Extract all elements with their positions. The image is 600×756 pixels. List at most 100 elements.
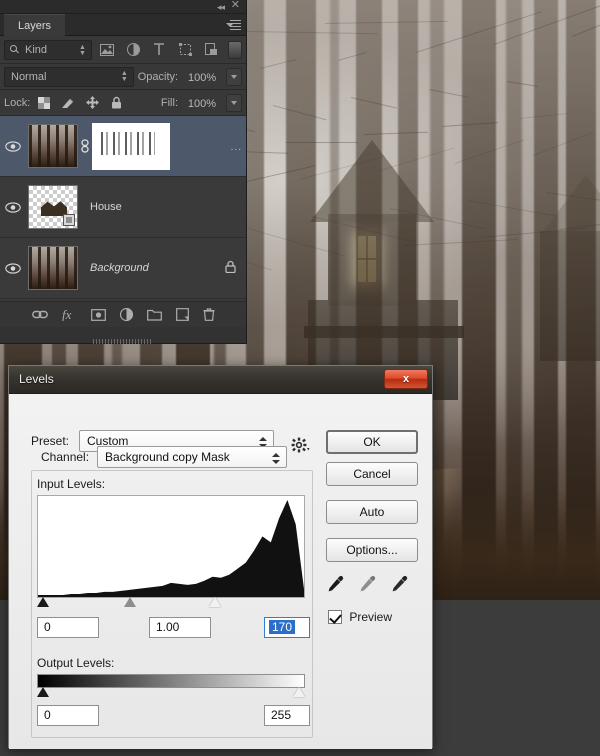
- tree-branch: [324, 20, 448, 24]
- tree-branch: [272, 105, 327, 121]
- tree-branch: [532, 131, 594, 156]
- layer-visibility-eye-icon[interactable]: [0, 238, 26, 299]
- lock-image-icon[interactable]: [58, 94, 78, 112]
- smart-object-badge-icon: [63, 214, 75, 226]
- cancel-button[interactable]: Cancel: [326, 462, 418, 486]
- dialog-action-buttons: OK Cancel Auto Options...: [326, 430, 418, 570]
- output-levels-slider[interactable]: [37, 687, 305, 701]
- input-levels-slider[interactable]: [37, 597, 305, 611]
- tree-branch: [493, 1, 600, 45]
- adjustment-filter-icon[interactable]: [122, 40, 144, 60]
- ok-button[interactable]: OK: [326, 430, 418, 454]
- blend-mode-select[interactable]: Normal ▲ ▼: [4, 66, 134, 87]
- fill-label: Fill:: [160, 96, 178, 109]
- tab-layers[interactable]: Layers: [4, 14, 66, 36]
- layer-visibility-eye-icon[interactable]: [0, 116, 26, 177]
- dialog-titlebar[interactable]: Levels x: [9, 366, 432, 394]
- layer-mask-thumbnail[interactable]: [92, 122, 170, 170]
- adjustment-layer-icon[interactable]: [119, 308, 133, 321]
- output-shadow-field[interactable]: 0: [37, 705, 99, 726]
- panel-tab-row: Layers: [0, 14, 246, 36]
- layers-panel-toolbar: fx: [0, 301, 246, 344]
- tree-branch: [286, 142, 358, 143]
- histogram[interactable]: [37, 495, 305, 598]
- blend-mode-row: Normal ▲ ▼ Opacity: 100%: [0, 64, 246, 90]
- tree-branch: [519, 112, 568, 119]
- new-layer-icon[interactable]: [175, 308, 189, 321]
- layer-name[interactable]: House: [90, 201, 122, 213]
- fill-input[interactable]: 100%: [182, 93, 222, 112]
- gray-point-eyedropper-icon[interactable]: [358, 574, 378, 597]
- options-button[interactable]: Options...: [326, 538, 418, 562]
- layer-name-truncated: ...: [230, 142, 242, 153]
- close-button[interactable]: x: [384, 369, 428, 389]
- tree-branch: [233, 224, 344, 257]
- layer-thumbnail[interactable]: [28, 185, 78, 229]
- input-shadow-handle[interactable]: [37, 597, 49, 607]
- chevron-updown-icon: [272, 450, 281, 466]
- tree-branch: [246, 31, 378, 35]
- tree-branch: [363, 131, 428, 135]
- table-row[interactable]: House: [0, 177, 246, 238]
- shape-filter-icon[interactable]: [174, 40, 196, 60]
- output-highlight-handle[interactable]: [293, 687, 305, 697]
- image-filter-icon[interactable]: [96, 40, 118, 60]
- layer-visibility-eye-icon[interactable]: [0, 177, 26, 238]
- layer-thumbnail[interactable]: [28, 124, 78, 168]
- layer-thumbnail[interactable]: [28, 246, 78, 290]
- layers-panel: ◂◂ ✕ Layers Kind ▲ ▼ Normal ▲ ▼ Opacity:…: [0, 0, 247, 344]
- channel-select[interactable]: Background copy Mask: [97, 446, 288, 468]
- opacity-input[interactable]: 100%: [182, 67, 223, 86]
- output-highlight-field[interactable]: 255: [264, 705, 310, 726]
- preview-checkbox-row[interactable]: Preview: [328, 610, 392, 624]
- input-shadow-field[interactable]: 0: [37, 617, 99, 638]
- link-mask-icon[interactable]: [78, 139, 92, 153]
- search-icon: [10, 44, 17, 52]
- tree-branch: [415, 11, 542, 53]
- filter-kind-select[interactable]: Kind ▲ ▼: [4, 39, 92, 60]
- fill-dropdown-arrow[interactable]: [226, 93, 242, 112]
- add-mask-icon[interactable]: [90, 308, 106, 321]
- preset-options-gear-icon[interactable]: [291, 437, 315, 457]
- close-icon[interactable]: ✕: [231, 0, 240, 11]
- lock-position-icon[interactable]: [82, 94, 102, 112]
- panel-titlebar: ◂◂ ✕: [0, 0, 246, 14]
- opacity-label: Opacity:: [137, 70, 179, 83]
- tree-branch: [376, 147, 455, 172]
- tree-branch: [350, 97, 397, 109]
- text-filter-icon[interactable]: [148, 40, 170, 60]
- collapse-arrows-icon[interactable]: ◂◂: [217, 2, 225, 12]
- tree-branch: [311, 216, 415, 243]
- white-point-eyedropper-icon[interactable]: [390, 574, 410, 597]
- lock-all-icon[interactable]: [106, 94, 126, 112]
- tree-branch: [441, 122, 498, 127]
- layer-name[interactable]: Background: [90, 262, 149, 274]
- output-levels-label: Output Levels:: [37, 656, 115, 670]
- panel-menu-icon[interactable]: [226, 18, 242, 32]
- input-midtone-field[interactable]: 1.00: [149, 617, 211, 638]
- new-group-icon[interactable]: [146, 309, 162, 321]
- preview-label: Preview: [349, 610, 392, 624]
- delete-layer-icon[interactable]: [203, 308, 215, 321]
- preview-checkbox[interactable]: [328, 610, 343, 624]
- opacity-dropdown-arrow[interactable]: [226, 67, 242, 86]
- input-highlight-handle[interactable]: [208, 597, 221, 607]
- layer-style-fx-icon[interactable]: fx: [62, 308, 77, 321]
- black-point-eyedropper-icon[interactable]: [326, 574, 346, 597]
- table-row[interactable]: ...: [0, 116, 246, 177]
- output-shadow-handle[interactable]: [37, 687, 49, 697]
- tree-branch: [298, 155, 386, 180]
- filter-toggle-icon[interactable]: [228, 40, 242, 59]
- input-highlight-field[interactable]: 170: [264, 617, 310, 638]
- lock-row: Lock: Fill: 100%: [0, 90, 246, 116]
- layer-list: ... House Background: [0, 116, 246, 301]
- link-layers-icon[interactable]: [31, 309, 48, 320]
- tree-branch: [506, 81, 538, 87]
- panel-resize-gripper[interactable]: [93, 339, 153, 344]
- input-midtone-handle[interactable]: [124, 597, 137, 607]
- smart-object-filter-icon[interactable]: [200, 40, 222, 60]
- dialog-title: Levels: [19, 372, 54, 386]
- table-row[interactable]: Background: [0, 238, 246, 299]
- auto-button[interactable]: Auto: [326, 500, 418, 524]
- lock-transparency-icon[interactable]: [34, 94, 54, 112]
